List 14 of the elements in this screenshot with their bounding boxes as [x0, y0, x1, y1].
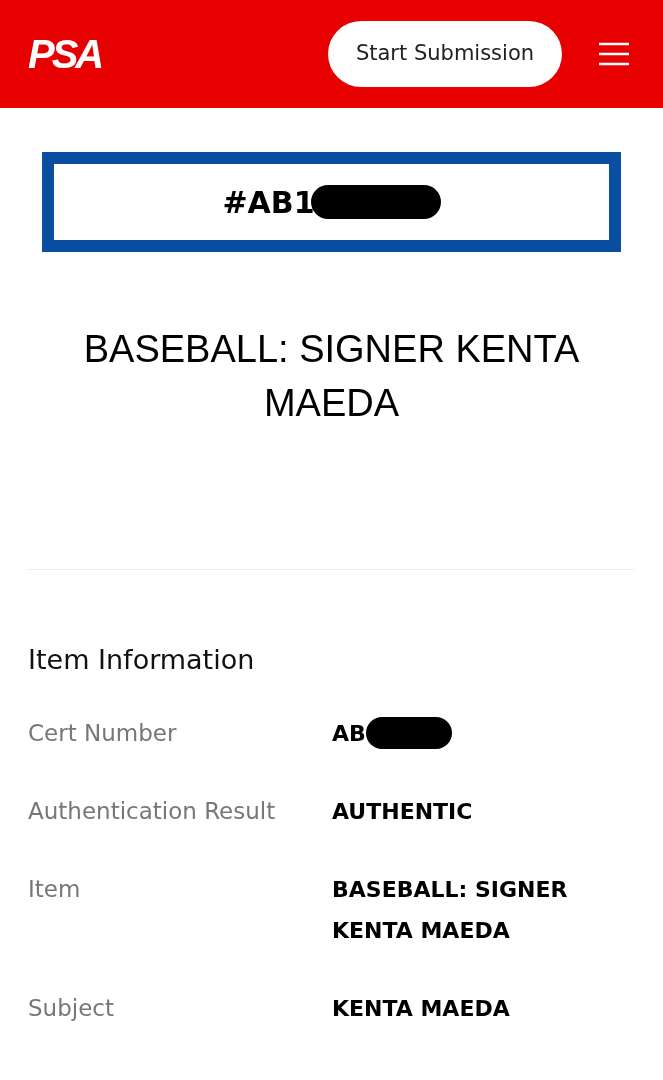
section-heading: Item Information	[28, 643, 256, 677]
start-submission-button[interactable]: Start Submission	[328, 21, 562, 87]
field-label: Cert Number	[28, 718, 178, 748]
field-value: BASEBALL: SIGNER KENTA MAEDA	[332, 875, 569, 945]
field-label: Authentication Result	[28, 796, 277, 826]
field-label: Subject	[28, 993, 115, 1023]
logo[interactable]: PSA	[28, 34, 102, 74]
field-value: AB	[332, 719, 366, 748]
cert-number: #AB1	[222, 183, 315, 222]
field-label: Item	[28, 874, 82, 904]
menu-icon[interactable]	[599, 42, 629, 66]
field-value: AUTHENTIC	[332, 797, 474, 826]
item-title: BASEBALL: SIGNER KENTA MAEDA	[82, 327, 581, 426]
field-value: KENTA MAEDA	[332, 994, 511, 1023]
